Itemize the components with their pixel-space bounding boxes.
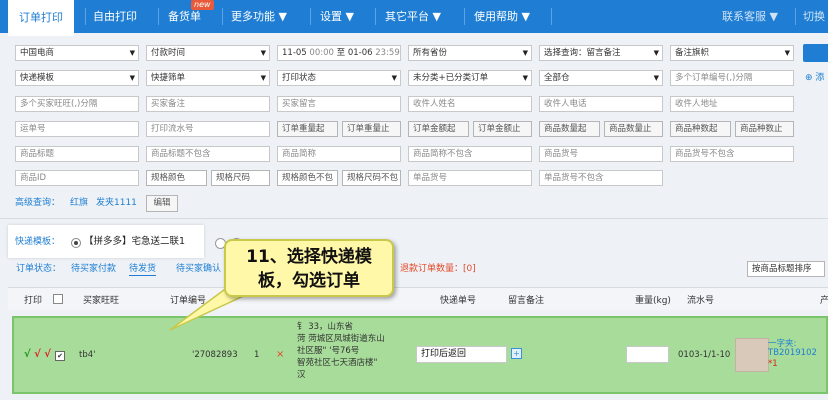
callout-pointer xyxy=(169,283,254,331)
tutorial-callout: 11、选择快递模 板，勾选订单 xyxy=(224,239,394,297)
